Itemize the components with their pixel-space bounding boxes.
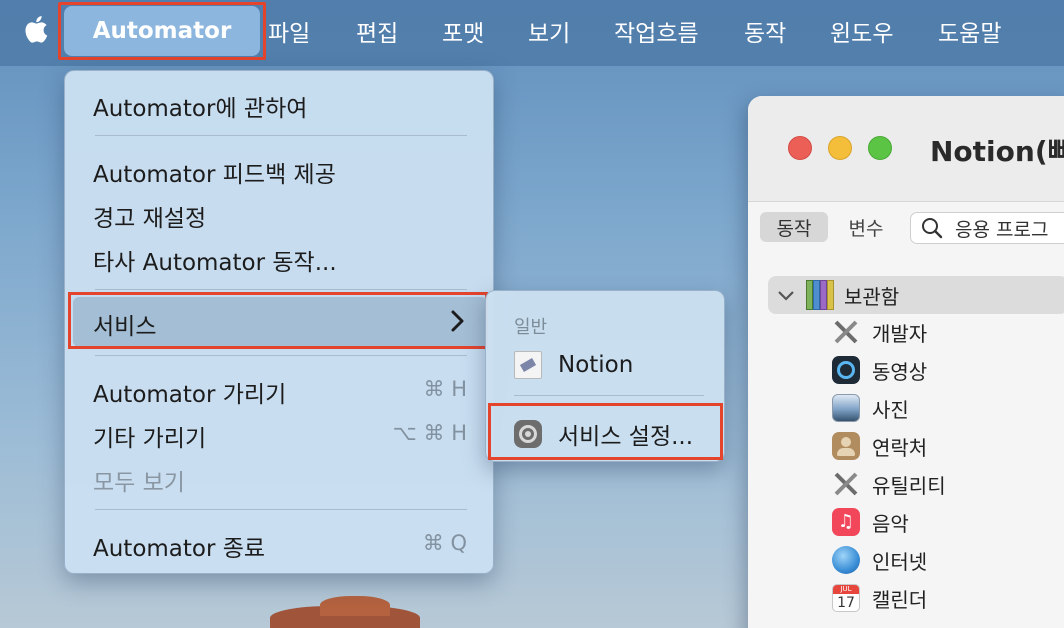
- menu-separator: [95, 135, 467, 136]
- menu-item-hide-automator[interactable]: Automator 가리기: [93, 375, 286, 409]
- shortcut-quit: ⌘ Q: [422, 531, 467, 555]
- menu-item-third-party-actions[interactable]: 타사 Automator 동작...: [93, 243, 337, 277]
- library-item-developer[interactable]: 개발자: [832, 317, 927, 347]
- submenu-item-notion[interactable]: Notion: [514, 351, 633, 379]
- submenu-header-general: 일반: [514, 317, 548, 338]
- quicktime-icon: [832, 356, 860, 384]
- menu-action[interactable]: 동작: [744, 14, 786, 48]
- photos-icon: [832, 394, 860, 422]
- library-root-row[interactable]: 보관함: [768, 276, 1064, 314]
- menu-item-show-all: 모두 보기: [93, 470, 185, 496]
- library-item-utilities[interactable]: 유틸리티: [832, 469, 946, 499]
- menu-item-quit[interactable]: Automator 종료: [93, 529, 265, 563]
- menu-view[interactable]: 보기: [528, 14, 570, 48]
- library-item-label: 사진: [872, 397, 909, 422]
- library-item-contacts[interactable]: 연락처: [832, 431, 927, 461]
- menu-separator: [95, 509, 467, 510]
- menu-item-feedback[interactable]: Automator 피드백 제공: [93, 155, 336, 189]
- menu-separator: [95, 355, 467, 356]
- globe-icon: [832, 546, 860, 574]
- library-item-movies[interactable]: 동영상: [832, 355, 927, 385]
- developer-tools-icon: [834, 320, 858, 344]
- menu-item-about[interactable]: Automator에 관하여: [93, 89, 307, 123]
- menu-separator: [95, 289, 467, 290]
- search-field[interactable]: 응용 프로그: [910, 212, 1064, 244]
- zoom-button[interactable]: [868, 136, 892, 160]
- window-titlebar: Notion(빠: [748, 96, 1064, 202]
- utilities-icon: [834, 472, 858, 496]
- search-placeholder: 응용 프로그: [955, 218, 1049, 241]
- library-item-calendar[interactable]: JUL 17 캘린더: [832, 583, 927, 613]
- automator-window: Notion(빠 동작 변수 응용 프로그 보관함 개발자 동영상 사진 연락처…: [748, 96, 1064, 628]
- library-icon: [806, 280, 834, 310]
- calendar-month: JUL: [833, 585, 859, 594]
- highlight-box-services: [68, 292, 488, 349]
- close-button[interactable]: [788, 136, 812, 160]
- library-item-label: 유틸리티: [872, 473, 946, 498]
- menu-item-hide-others[interactable]: 기타 가리기: [93, 419, 206, 453]
- library-item-label: 캘린더: [872, 587, 928, 612]
- library-item-label: 인터넷: [872, 549, 928, 574]
- workflow-document-icon: [514, 351, 542, 379]
- library-root-label: 보관함: [844, 284, 900, 309]
- calendar-icon: JUL 17: [832, 584, 860, 612]
- menu-help[interactable]: 도움말: [938, 14, 1001, 48]
- library-item-photos[interactable]: 사진: [832, 393, 909, 423]
- menu-item-reset-warnings[interactable]: 경고 재설정: [93, 199, 206, 233]
- library-item-internet[interactable]: 인터넷: [832, 545, 927, 575]
- library-item-label: 연락처: [872, 435, 928, 460]
- library-item-label: 음악: [872, 511, 909, 536]
- chevron-down-icon[interactable]: [776, 288, 796, 302]
- menu-file[interactable]: 파일: [268, 14, 310, 48]
- notion-label: Notion: [558, 352, 634, 378]
- library-item-label: 동영상: [872, 359, 928, 384]
- library-item-music[interactable]: ♫ 음악: [832, 507, 909, 537]
- submenu-separator: [514, 395, 704, 396]
- menu-workflow[interactable]: 작업흐름: [614, 14, 699, 48]
- search-icon: [922, 218, 943, 239]
- minimize-button[interactable]: [828, 136, 852, 160]
- menu-window[interactable]: 윈도우: [830, 14, 893, 48]
- shortcut-hide-automator: ⌘ H: [423, 377, 467, 401]
- music-icon: ♫: [832, 508, 860, 536]
- menu-format[interactable]: 포맷: [442, 14, 484, 48]
- apple-icon[interactable]: [24, 12, 52, 46]
- tab-actions[interactable]: 동작: [760, 212, 828, 242]
- calendar-day: 17: [837, 595, 855, 611]
- highlight-box-service-settings: [488, 403, 723, 460]
- shortcut-hide-others: ⌥ ⌘ H: [392, 421, 467, 445]
- tab-variables[interactable]: 변수: [834, 212, 898, 242]
- library-item-label: 개발자: [872, 321, 928, 346]
- contacts-icon: [832, 432, 860, 460]
- desktop-rock-top: [320, 596, 390, 616]
- highlight-box-automator-menu: [58, 2, 266, 60]
- window-title: Notion(빠: [930, 135, 1064, 168]
- menu-edit[interactable]: 편집: [356, 14, 398, 48]
